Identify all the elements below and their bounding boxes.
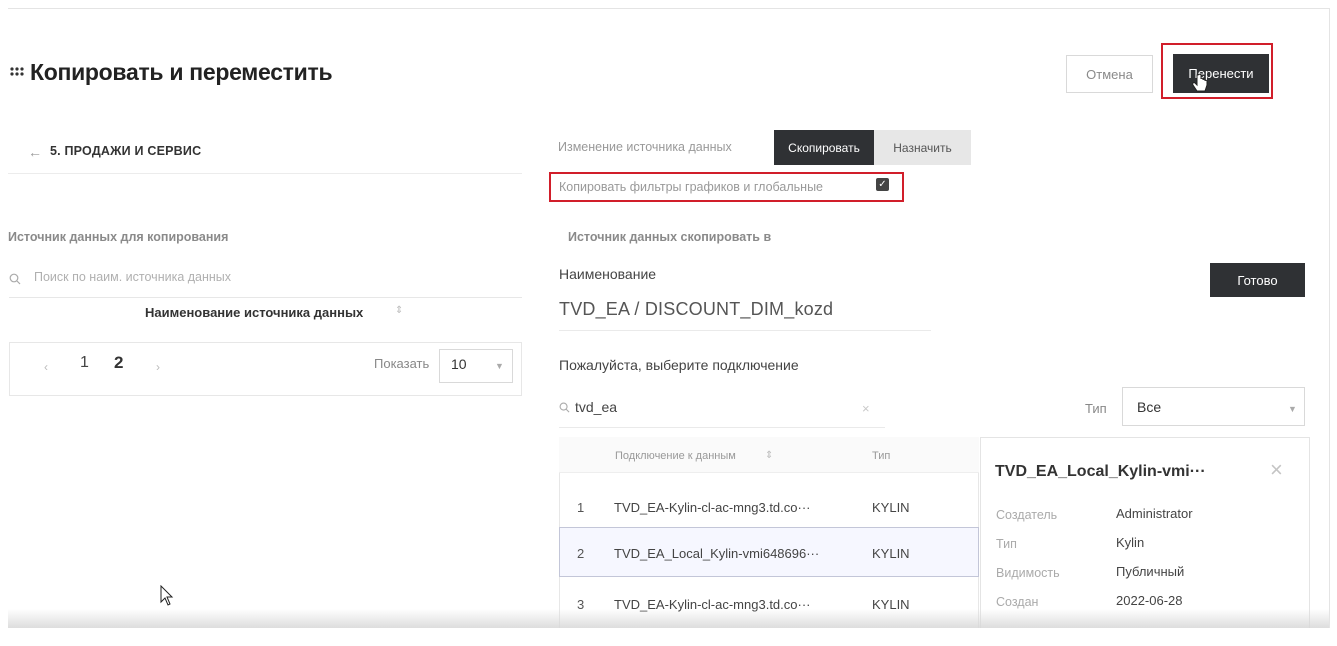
copy-button[interactable]: Скопировать [774,130,874,165]
type-filter-value: Все [1137,399,1162,415]
detail-key: Тип [996,537,1017,551]
divider [559,330,931,331]
sort-icon[interactable]: ⇕ [765,450,773,461]
next-page-icon[interactable]: › [156,360,160,374]
detail-value: Administrator [1116,506,1193,521]
source-search-input[interactable]: Поиск по наим. источника данных [34,270,231,284]
detail-value: Публичный [1116,564,1185,579]
page-size-label: Показать [374,356,430,371]
chevron-down-icon: ▼ [495,361,504,371]
row-number: 2 [577,546,585,561]
move-button-highlight [1161,43,1273,99]
source-table-header-row [9,297,522,343]
target-section-title: Источник данных скопировать в [568,230,772,244]
source-name-column-header[interactable]: Наименование источника данных [145,305,363,320]
detail-key: Создан [996,595,1039,609]
row-number: 1 [577,500,585,515]
bottom-shadow [8,609,1329,628]
detail-key: Создатель [996,508,1058,522]
connection-type: KYLIN [872,546,910,561]
search-icon [559,402,570,413]
divider [8,173,522,174]
sort-icon[interactable]: ⇕ [395,305,403,316]
prev-page-icon[interactable]: ‹ [44,360,48,374]
hand-cursor-icon [1192,74,1208,92]
source-section-title: Источник данных для копирования [8,230,229,244]
page-2[interactable]: 2 [114,353,123,373]
breadcrumb: 5. ПРОДАЖИ И СЕРВИС [50,144,202,158]
connection-name[interactable]: TVD_EA-Kylin-cl-ac-mng3.td.co··· [614,500,811,515]
connection-column-header[interactable]: Подключение к данным [615,450,736,462]
select-connection-label: Пожалуйста, выберите подключение [559,357,799,373]
connection-name[interactable]: TVD_EA_Local_Kylin-vmi648696··· [614,546,819,561]
mouse-pointer-icon [160,585,174,606]
cancel-button[interactable]: Отмена [1066,55,1153,93]
detail-title: TVD_EA_Local_Kylin-vmi··· [995,463,1206,480]
copy-filters-highlight [549,172,904,202]
done-button[interactable]: Готово [1210,263,1305,297]
connection-type: KYLIN [872,500,910,515]
connection-search-input[interactable]: tvd_ea [575,399,617,415]
page-1[interactable]: 1 [80,354,89,372]
type-filter-label: Тип [1085,401,1107,416]
clear-icon[interactable]: × [862,401,870,416]
detail-value: Kylin [1116,535,1145,550]
back-arrow-icon[interactable]: ← [28,144,42,160]
search-icon [9,273,21,285]
assign-button[interactable]: Назначить [874,130,971,165]
chevron-down-icon: ▼ [1288,404,1297,414]
page-size-value: 10 [451,356,467,372]
grip-icon [10,67,24,76]
divider [559,427,885,428]
name-label: Наименование [559,266,657,282]
dialog-frame: Копировать и переместить Отмена Перенест… [8,8,1330,628]
page-title: Копировать и переместить [30,59,333,85]
type-column-header: Тип [872,450,891,462]
detail-value: 2022-06-28 [1116,593,1183,608]
change-source-label: Изменение источника данных [558,140,732,154]
name-value: TVD_EA / DISCOUNT_DIM_kozd [559,299,834,319]
close-icon[interactable]: × [1270,457,1283,483]
detail-key: Видимость [996,566,1060,580]
